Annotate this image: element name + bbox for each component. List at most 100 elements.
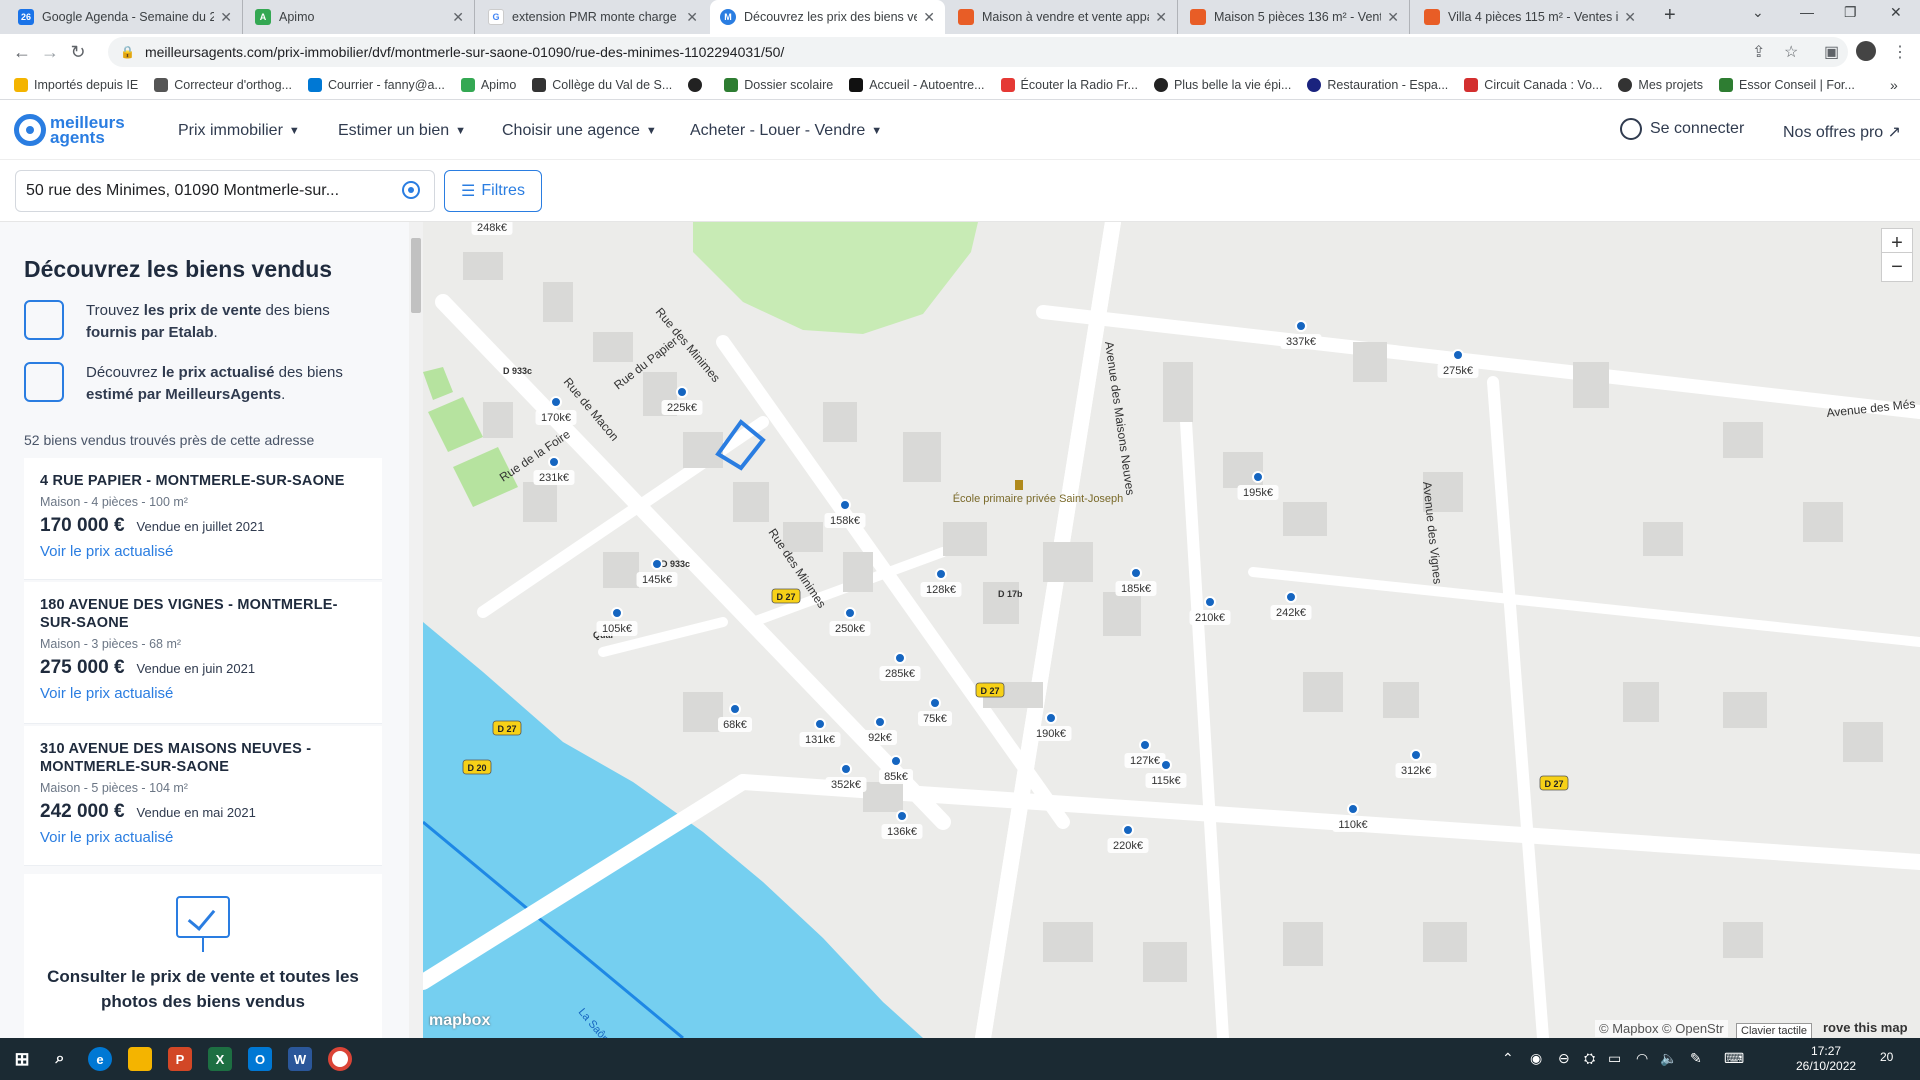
marker-dot[interactable] — [1130, 567, 1142, 579]
marker-dot[interactable] — [1139, 739, 1151, 751]
windows-start-icon[interactable]: ⊞ — [10, 1047, 34, 1071]
bookmark-item[interactable]: Correcteur d'orthog... — [154, 77, 292, 92]
marker-dot[interactable] — [1295, 320, 1307, 332]
bookmark-item[interactable]: Plus belle la vie épi... — [1153, 77, 1291, 92]
profile-avatar[interactable] — [1856, 41, 1876, 61]
marker-dot[interactable] — [729, 703, 741, 715]
reload-icon[interactable]: ↻ — [64, 42, 92, 63]
panel-scrollbar[interactable] — [409, 222, 423, 1038]
marker-price-label[interactable]: 248k€ — [477, 222, 507, 234]
wifi-icon[interactable]: ◠ — [1636, 1050, 1648, 1067]
close-icon[interactable]: ✕ — [686, 9, 698, 26]
lock-icon[interactable]: 🔒 — [120, 45, 135, 59]
price-marker[interactable]: 131k€ — [799, 718, 841, 747]
meilleursagents-logo[interactable]: meilleurs agents — [14, 114, 125, 146]
price-marker[interactable]: 136k€ — [881, 810, 923, 839]
marker-dot[interactable] — [840, 763, 852, 775]
marker-price-label[interactable]: 131k€ — [805, 734, 835, 746]
restore-button[interactable]: ❐ — [1844, 4, 1857, 21]
keyboard-icon[interactable]: ⌨ — [1724, 1050, 1744, 1067]
locate-icon[interactable] — [402, 181, 420, 199]
marker-price-label[interactable]: 190k€ — [1036, 728, 1066, 740]
bookmark-item[interactable]: Collège du Val de S... — [532, 77, 672, 92]
tab-apimo[interactable]: A Apimo ✕ — [245, 0, 475, 34]
marker-price-label[interactable]: 285k€ — [885, 668, 915, 680]
improve-map-link[interactable]: rove this map — [1823, 1020, 1908, 1035]
price-marker[interactable]: 337k€ — [1280, 320, 1322, 349]
marker-price-label[interactable]: 250k€ — [835, 623, 865, 635]
marker-price-label[interactable]: 185k€ — [1121, 583, 1151, 595]
close-icon[interactable]: ✕ — [1387, 9, 1399, 26]
back-icon[interactable]: ← — [8, 42, 36, 63]
listing-card[interactable]: 180 AVENUE DES VIGNES - MONTMERLE-SUR-SA… — [24, 582, 382, 724]
marker-price-label[interactable]: 136k€ — [887, 826, 917, 838]
marker-price-label[interactable]: 242k€ — [1276, 607, 1306, 619]
marker-dot[interactable] — [548, 456, 560, 468]
marker-dot[interactable] — [611, 607, 623, 619]
menu-estimer-un-bien[interactable]: Estimer un bien ▼ — [338, 122, 466, 140]
marker-dot[interactable] — [1285, 591, 1297, 603]
price-marker[interactable]: 127k€ — [1124, 739, 1166, 768]
bookmark-item[interactable]: Écouter la Radio Fr... — [1000, 77, 1138, 92]
clock[interactable]: 17:27 26/10/2022 — [1796, 1044, 1856, 1074]
bookmark-item[interactable] — [688, 77, 708, 92]
marker-price-label[interactable]: 337k€ — [1286, 336, 1316, 348]
marker-dot[interactable] — [1410, 749, 1422, 761]
marker-dot[interactable] — [929, 697, 941, 709]
marker-price-label[interactable]: 225k€ — [667, 402, 697, 414]
price-marker[interactable]: 92k€ — [863, 716, 897, 745]
price-marker[interactable]: 242k€ — [1270, 591, 1312, 620]
bookmark-star-icon[interactable]: ☆ — [1784, 42, 1798, 62]
minimize-button[interactable]: — — [1800, 4, 1814, 20]
marker-dot[interactable] — [1204, 596, 1216, 608]
updated-price-link[interactable]: Voir le prix actualisé — [40, 685, 366, 702]
bookmark-item[interactable]: Restauration - Espa... — [1307, 77, 1448, 92]
marker-dot[interactable] — [1347, 803, 1359, 815]
offres-pro-link[interactable]: Nos offres pro ↗ — [1783, 122, 1901, 142]
marker-price-label[interactable]: 275k€ — [1443, 365, 1473, 377]
bookmark-item[interactable]: Dossier scolaire — [724, 77, 833, 92]
close-icon[interactable]: ✕ — [1624, 9, 1636, 26]
volume-icon[interactable]: 🔈 — [1660, 1050, 1677, 1067]
zoom-out-button[interactable]: − — [1881, 252, 1913, 282]
marker-price-label[interactable]: 75k€ — [923, 713, 947, 725]
price-marker[interactable]: 68k€ — [718, 703, 752, 732]
word-icon[interactable]: W — [288, 1047, 312, 1071]
bookmark-item[interactable]: Circuit Canada : Vo... — [1464, 77, 1602, 92]
menu-acheter-louer-vendre[interactable]: Acheter - Louer - Vendre ▼ — [690, 122, 882, 140]
tray-app-icon[interactable]: ◉ — [1530, 1050, 1542, 1067]
tab-maison-5-pieces[interactable]: Maison 5 pièces 136 m² - Vente ✕ — [1180, 0, 1410, 34]
marker-price-label[interactable]: 105k€ — [602, 623, 632, 635]
price-marker[interactable]: 185k€ — [1115, 567, 1157, 596]
close-icon[interactable]: ✕ — [1155, 9, 1167, 26]
notification-badge[interactable]: 20 — [1880, 1050, 1893, 1064]
marker-dot[interactable] — [874, 716, 886, 728]
battery-icon[interactable]: ▭ — [1608, 1050, 1621, 1067]
price-marker[interactable]: 312k€ — [1395, 749, 1437, 778]
price-marker[interactable]: 231k€ — [533, 456, 575, 485]
price-marker[interactable]: 75k€ — [918, 697, 952, 726]
bookmark-item[interactable]: Apimo — [460, 77, 516, 92]
marker-price-label[interactable]: 110k€ — [1338, 819, 1367, 831]
close-icon[interactable]: ✕ — [923, 9, 935, 26]
price-marker[interactable]: 105k€ — [596, 607, 638, 636]
close-icon[interactable]: ✕ — [452, 9, 464, 26]
sidepanel-icon[interactable]: ▣ — [1824, 42, 1839, 62]
updated-price-link[interactable]: Voir le prix actualisé — [40, 543, 366, 560]
listing-card[interactable]: 310 AVENUE DES MAISONS NEUVES - MONTMERL… — [24, 726, 382, 866]
close-icon[interactable]: ✕ — [220, 9, 232, 26]
marker-price-label[interactable]: 352k€ — [831, 779, 861, 791]
updated-price-link[interactable]: Voir le prix actualisé — [40, 829, 366, 846]
marker-dot[interactable] — [894, 652, 906, 664]
search-icon[interactable]: ⌕ — [48, 1047, 72, 1071]
marker-price-label[interactable]: 195k€ — [1243, 487, 1273, 499]
chrome-icon[interactable] — [328, 1047, 352, 1071]
menu-kebab-icon[interactable]: ⋮ — [1892, 42, 1908, 62]
price-marker[interactable]: 110k€ — [1332, 803, 1374, 832]
new-tab-button[interactable]: + — [1664, 4, 1676, 27]
edge-icon[interactable]: e — [88, 1047, 112, 1071]
marker-dot[interactable] — [676, 386, 688, 398]
pen-icon[interactable]: ✎ — [1690, 1050, 1702, 1067]
marker-dot[interactable] — [550, 396, 562, 408]
share-icon[interactable]: ⇪ — [1752, 42, 1765, 62]
